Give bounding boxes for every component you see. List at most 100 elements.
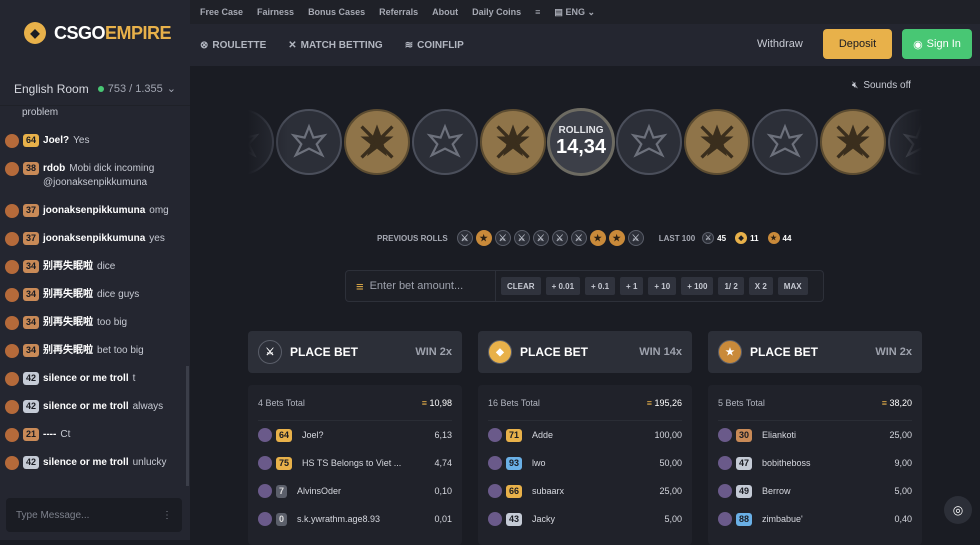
language-selector[interactable]: ▤ ENG ⌄	[554, 7, 595, 18]
bettor-name[interactable]: Joel?	[302, 430, 434, 440]
bet-amount: 5,00	[664, 514, 682, 524]
level-badge: 0	[276, 512, 288, 526]
bettor-name[interactable]: Eliankoti	[762, 430, 889, 440]
table-row: 47 bobitheboss 9,00	[718, 449, 912, 477]
bettor-name[interactable]: lwo	[532, 458, 659, 468]
avatar[interactable]	[5, 232, 19, 246]
bettor-name[interactable]: zimbabue'	[762, 514, 894, 524]
nav-free-case[interactable]: Free Case	[200, 7, 243, 17]
bet-amount-input[interactable]: ≡ Enter bet amount...	[346, 271, 496, 301]
coins-icon: ≡	[421, 397, 427, 408]
chat-username[interactable]: Joel?	[43, 135, 69, 146]
withdraw-link[interactable]: Withdraw	[757, 38, 803, 50]
bettor-name[interactable]: Adde	[532, 430, 654, 440]
avatar[interactable]	[5, 204, 19, 218]
chat-messages: problem 64 Joel? Yes 38 rdob Mobi dick incomin…	[0, 106, 186, 490]
bettor-name[interactable]: Berrow	[762, 486, 894, 496]
chat-username[interactable]: silence or me troll	[43, 457, 129, 468]
help-button[interactable]: ◎	[944, 496, 972, 524]
avatar[interactable]	[5, 162, 19, 176]
bet-button[interactable]: + 100	[681, 277, 714, 295]
chat-username[interactable]: silence or me troll	[43, 373, 129, 384]
nav-about[interactable]: About	[432, 7, 458, 17]
chat-username[interactable]: joonaksenpikkumuna	[43, 233, 145, 244]
bet-button[interactable]: CLEAR	[501, 277, 541, 295]
nav-fairness[interactable]: Fairness	[257, 7, 294, 17]
bettor-name[interactable]: Jacky	[532, 514, 664, 524]
wheel-fade-left	[248, 106, 288, 190]
bet-button[interactable]: + 1	[620, 277, 644, 295]
bettor-name[interactable]: bobitheboss	[762, 458, 894, 468]
more-options-icon[interactable]: ⋮	[162, 510, 172, 521]
place-bet-button[interactable]: ◆ PLACE BET WIN 14x	[478, 331, 692, 373]
logo-text-b: EMPIRE	[105, 22, 172, 43]
last-100-bonus: 11	[750, 233, 759, 243]
chat-username[interactable]: rdob	[43, 163, 65, 174]
chat-username[interactable]: 别再失眠啦	[43, 317, 93, 328]
bet-button[interactable]: + 10	[648, 277, 677, 295]
avatar[interactable]	[5, 288, 19, 302]
bet-amount: 50,00	[659, 458, 682, 468]
bets-total-amount: 10,98	[429, 397, 452, 408]
coins-icon[interactable]: ≡	[535, 7, 540, 17]
avatar[interactable]	[258, 512, 272, 526]
avatar[interactable]	[5, 260, 19, 274]
steam-icon: ◉	[913, 38, 923, 51]
chat-username[interactable]: joonaksenpikkumuna	[43, 205, 145, 216]
bettor-name[interactable]: HS TS Belongs to Viet ...	[302, 458, 434, 468]
chat-username[interactable]: silence or me troll	[43, 401, 129, 412]
avatar[interactable]	[718, 456, 732, 470]
avatar[interactable]	[258, 484, 272, 498]
chat-username[interactable]: ----	[43, 429, 56, 440]
chat-username[interactable]: 别再失眠啦	[43, 289, 93, 300]
chat-input[interactable]: Type Message... ⋮	[6, 498, 182, 532]
room-selector[interactable]: English Room 753 / 1.355 ⌄	[0, 72, 190, 106]
chat-username[interactable]: 别再失眠啦	[43, 261, 93, 272]
avatar[interactable]	[5, 456, 19, 470]
bettor-name[interactable]: AlvinsOder	[297, 486, 434, 496]
chat-username[interactable]: 别再失眠啦	[43, 345, 93, 356]
avatar[interactable]	[5, 316, 19, 330]
place-bet-button[interactable]: ★ PLACE BET WIN 2x	[708, 331, 922, 373]
avatar[interactable]	[488, 428, 502, 442]
bet-button[interactable]: 1/ 2	[718, 277, 744, 295]
tab-match-betting[interactable]: ✕ MATCH BETTING	[288, 40, 382, 51]
tab-roulette[interactable]: ⊗ ROULETTE	[200, 40, 266, 51]
avatar[interactable]	[488, 484, 502, 498]
tab-roulette-label: ROULETTE	[212, 39, 267, 51]
avatar[interactable]	[5, 372, 19, 386]
bettor-name[interactable]: subaarx	[532, 486, 659, 496]
signin-button[interactable]: ◉ Sign In	[902, 29, 972, 59]
bet-button[interactable]: MAX	[777, 277, 808, 295]
nav-bonus-cases[interactable]: Bonus Cases	[308, 7, 365, 17]
ct-icon: ⚔	[456, 230, 473, 246]
bet-button[interactable]: + 0.1	[585, 277, 616, 295]
avatar[interactable]	[5, 428, 19, 442]
deposit-button[interactable]: Deposit	[823, 29, 892, 59]
sounds-toggle[interactable]: 🔇︎ Sounds off	[852, 80, 911, 91]
bettor-name[interactable]: s.k.ywrathm.age8.93	[297, 514, 434, 524]
avatar[interactable]	[488, 456, 502, 470]
place-bet-button[interactable]: ⚔ PLACE BET WIN 2x	[248, 331, 462, 373]
coins-icon: ≡	[646, 397, 652, 408]
avatar[interactable]	[5, 134, 19, 148]
ct-coin-icon	[412, 109, 478, 175]
avatar[interactable]	[5, 400, 19, 414]
avatar[interactable]	[5, 344, 19, 358]
bet-button[interactable]: + 0.01	[545, 277, 581, 295]
chat-scrollbar[interactable]	[186, 366, 189, 486]
tab-coinflip[interactable]: ≋ COINFLIP	[405, 40, 464, 51]
avatar[interactable]	[718, 484, 732, 498]
level-badge: 38	[23, 162, 40, 175]
avatar[interactable]	[718, 512, 732, 526]
bet-button[interactable]: X 2	[748, 277, 773, 295]
nav-referrals[interactable]: Referrals	[379, 7, 418, 17]
avatar[interactable]	[718, 428, 732, 442]
avatar[interactable]	[258, 428, 272, 442]
bet-amount: 0,40	[894, 514, 912, 524]
avatar[interactable]	[258, 456, 272, 470]
avatar[interactable]	[488, 512, 502, 526]
t-icon: ★	[767, 232, 780, 244]
logo[interactable]: ◆ CSGOEMPIRE	[0, 0, 190, 66]
nav-daily-coins[interactable]: Daily Coins	[472, 7, 521, 17]
